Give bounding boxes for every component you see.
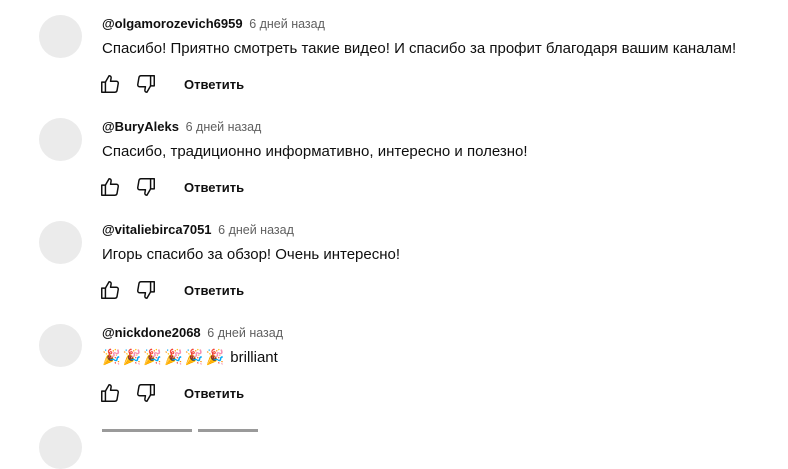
like-button[interactable] <box>98 72 122 96</box>
thumb-up-icon <box>101 75 119 93</box>
party-popper-icon: 🎉 <box>184 349 204 366</box>
dislike-button[interactable] <box>134 278 158 302</box>
like-button[interactable] <box>98 175 122 199</box>
comment-header: @nickdone2068 6 дней назад <box>102 324 283 342</box>
comment-author[interactable]: @BuryAleks <box>102 119 179 134</box>
comment-text: 🎉 🎉 🎉 🎉 🎉 🎉 brilliant <box>102 347 278 369</box>
comment-actions: Ответить <box>98 278 244 302</box>
cut-line <box>102 429 192 432</box>
comment-author[interactable]: @olgamorozevich6959 <box>102 16 243 31</box>
comment-item: @olgamorozevich6959 6 дней назад Спасибо… <box>0 0 788 103</box>
reply-button[interactable]: Ответить <box>184 77 244 92</box>
comment-header: @vitaliebirca7051 6 дней назад <box>102 221 294 239</box>
comment-time[interactable]: 6 дней назад <box>249 17 325 31</box>
comment-author[interactable]: @nickdone2068 <box>102 325 201 340</box>
comment-text: Спасибо! Приятно смотреть такие видео! И… <box>102 40 737 57</box>
dislike-button[interactable] <box>134 381 158 405</box>
comment-time[interactable]: 6 дней назад <box>207 326 283 340</box>
thumb-down-icon <box>137 384 155 402</box>
comment-text: Игорь спасибо за обзор! Очень интересно! <box>102 246 401 263</box>
party-popper-icon: 🎉 <box>102 349 121 366</box>
party-popper-icon: 🎉 <box>205 349 225 366</box>
like-button[interactable] <box>98 381 122 405</box>
thumb-down-icon <box>137 178 155 196</box>
party-popper-icon: 🎉 <box>143 349 163 366</box>
comment-author[interactable]: @vitaliebirca7051 <box>102 222 212 237</box>
comment-actions: Ответить <box>98 175 244 199</box>
comment-actions: Ответить <box>98 381 244 405</box>
comment-time[interactable]: 6 дней назад <box>218 223 294 237</box>
comment-text: Спасибо, традиционно информативно, интер… <box>102 143 528 160</box>
comment-item: @vitaliebirca7051 6 дней назад Игорь спа… <box>0 206 788 309</box>
avatar[interactable] <box>39 221 82 264</box>
comment-text-word: brilliant <box>230 349 278 366</box>
thumb-up-icon <box>101 384 119 402</box>
thumb-down-icon <box>137 75 155 93</box>
avatar[interactable] <box>39 118 82 161</box>
avatar[interactable] <box>39 15 82 58</box>
thumb-down-icon <box>137 281 155 299</box>
thumb-up-icon <box>101 178 119 196</box>
comment-header: @olgamorozevich6959 6 дней назад <box>102 15 325 33</box>
cut-line <box>198 429 258 432</box>
comment-actions: Ответить <box>98 72 244 96</box>
comment-time[interactable]: 6 дней назад <box>186 120 262 134</box>
party-popper-icon: 🎉 <box>164 349 183 366</box>
reply-button[interactable]: Ответить <box>184 180 244 195</box>
next-comment-header-cut <box>102 427 302 433</box>
dislike-button[interactable] <box>134 72 158 96</box>
reply-button[interactable]: Ответить <box>184 283 244 298</box>
like-button[interactable] <box>98 278 122 302</box>
party-popper-icon: 🎉 <box>122 349 142 366</box>
thumb-up-icon <box>101 281 119 299</box>
comment-item: @nickdone2068 6 дней назад 🎉 🎉 🎉 🎉 🎉 🎉 brilli… <box>0 309 788 412</box>
comment-item: @BuryAleks 6 дней назад Спасибо, традици… <box>0 103 788 206</box>
avatar[interactable] <box>39 426 82 469</box>
dislike-button[interactable] <box>134 175 158 199</box>
comment-header: @BuryAleks 6 дней назад <box>102 118 261 136</box>
reply-button[interactable]: Ответить <box>184 386 244 401</box>
avatar[interactable] <box>39 324 82 367</box>
